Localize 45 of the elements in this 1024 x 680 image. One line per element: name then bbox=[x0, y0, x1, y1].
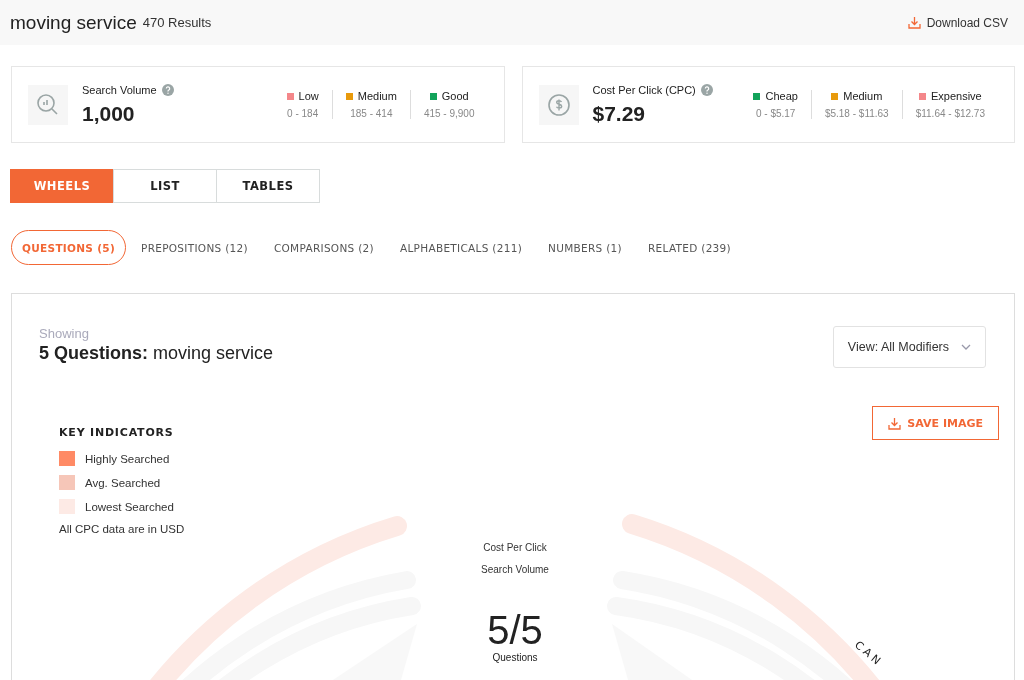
metric-value: $7.29 bbox=[592, 101, 647, 126]
currency-note: All CPC data are in USD bbox=[59, 523, 185, 535]
range-value: $11.64 - $12.73 bbox=[915, 108, 985, 119]
metric-label: Cost Per Click (CPC) bbox=[592, 83, 696, 96]
chevron-down-icon bbox=[961, 344, 971, 350]
legend-label: Avg. Searched bbox=[85, 476, 161, 489]
range-value: 185 - 414 bbox=[350, 108, 393, 119]
ratio-value: 5/5 bbox=[487, 610, 543, 650]
unit-label: Questions bbox=[492, 652, 538, 663]
range-label: Expensive bbox=[930, 90, 982, 102]
view-tab[interactable]: TABLES bbox=[216, 169, 320, 203]
range-value: 415 - 9,900 bbox=[423, 108, 475, 119]
category-tab[interactable]: RELATED (239) bbox=[637, 230, 742, 265]
download-csv-link[interactable]: Download CSV bbox=[901, 14, 1014, 31]
keyword-title: moving service bbox=[10, 11, 137, 34]
range-label: Good bbox=[441, 90, 469, 102]
cpc-label: Cost Per Click bbox=[483, 542, 547, 553]
view-dropdown[interactable]: View: All Modifiers bbox=[832, 326, 986, 368]
metric-value: 1,000 bbox=[82, 101, 136, 126]
results-heading: 5 Questions: moving service bbox=[39, 343, 274, 364]
category-tab[interactable]: COMPARISONS (2) bbox=[262, 230, 385, 265]
range-label: Low bbox=[298, 90, 319, 102]
category-tab[interactable]: ALPHABETICALS (211) bbox=[388, 230, 534, 265]
category-tab[interactable]: NUMBERS (1) bbox=[537, 230, 633, 265]
help-icon[interactable] bbox=[700, 83, 713, 96]
dollar-coin-icon bbox=[538, 84, 579, 125]
metric-label: Search Volume bbox=[82, 83, 157, 96]
download-icon bbox=[888, 416, 902, 430]
legend-label: Lowest Searched bbox=[85, 500, 174, 513]
results-count: 470 Results bbox=[142, 15, 212, 30]
range-label: Medium bbox=[357, 90, 397, 102]
range-label: Medium bbox=[843, 90, 883, 102]
volume-label: Search Volume bbox=[481, 564, 549, 575]
range-value: 0 - $5.17 bbox=[755, 108, 796, 119]
help-icon[interactable] bbox=[161, 83, 174, 96]
range-label: Cheap bbox=[765, 90, 798, 102]
legend-label: Highly Searched bbox=[85, 452, 170, 465]
showing-label: Showing bbox=[39, 326, 90, 341]
magnifier-chart-icon bbox=[28, 84, 68, 125]
category-tab[interactable]: PREPOSITIONS (12) bbox=[130, 230, 259, 265]
view-tab[interactable]: LIST bbox=[113, 169, 217, 203]
download-icon bbox=[907, 16, 921, 29]
key-title: KEY INDICATORS bbox=[59, 426, 175, 439]
range-value: 0 - 184 bbox=[287, 108, 319, 119]
range-value: $5.18 - $11.63 bbox=[824, 108, 889, 119]
